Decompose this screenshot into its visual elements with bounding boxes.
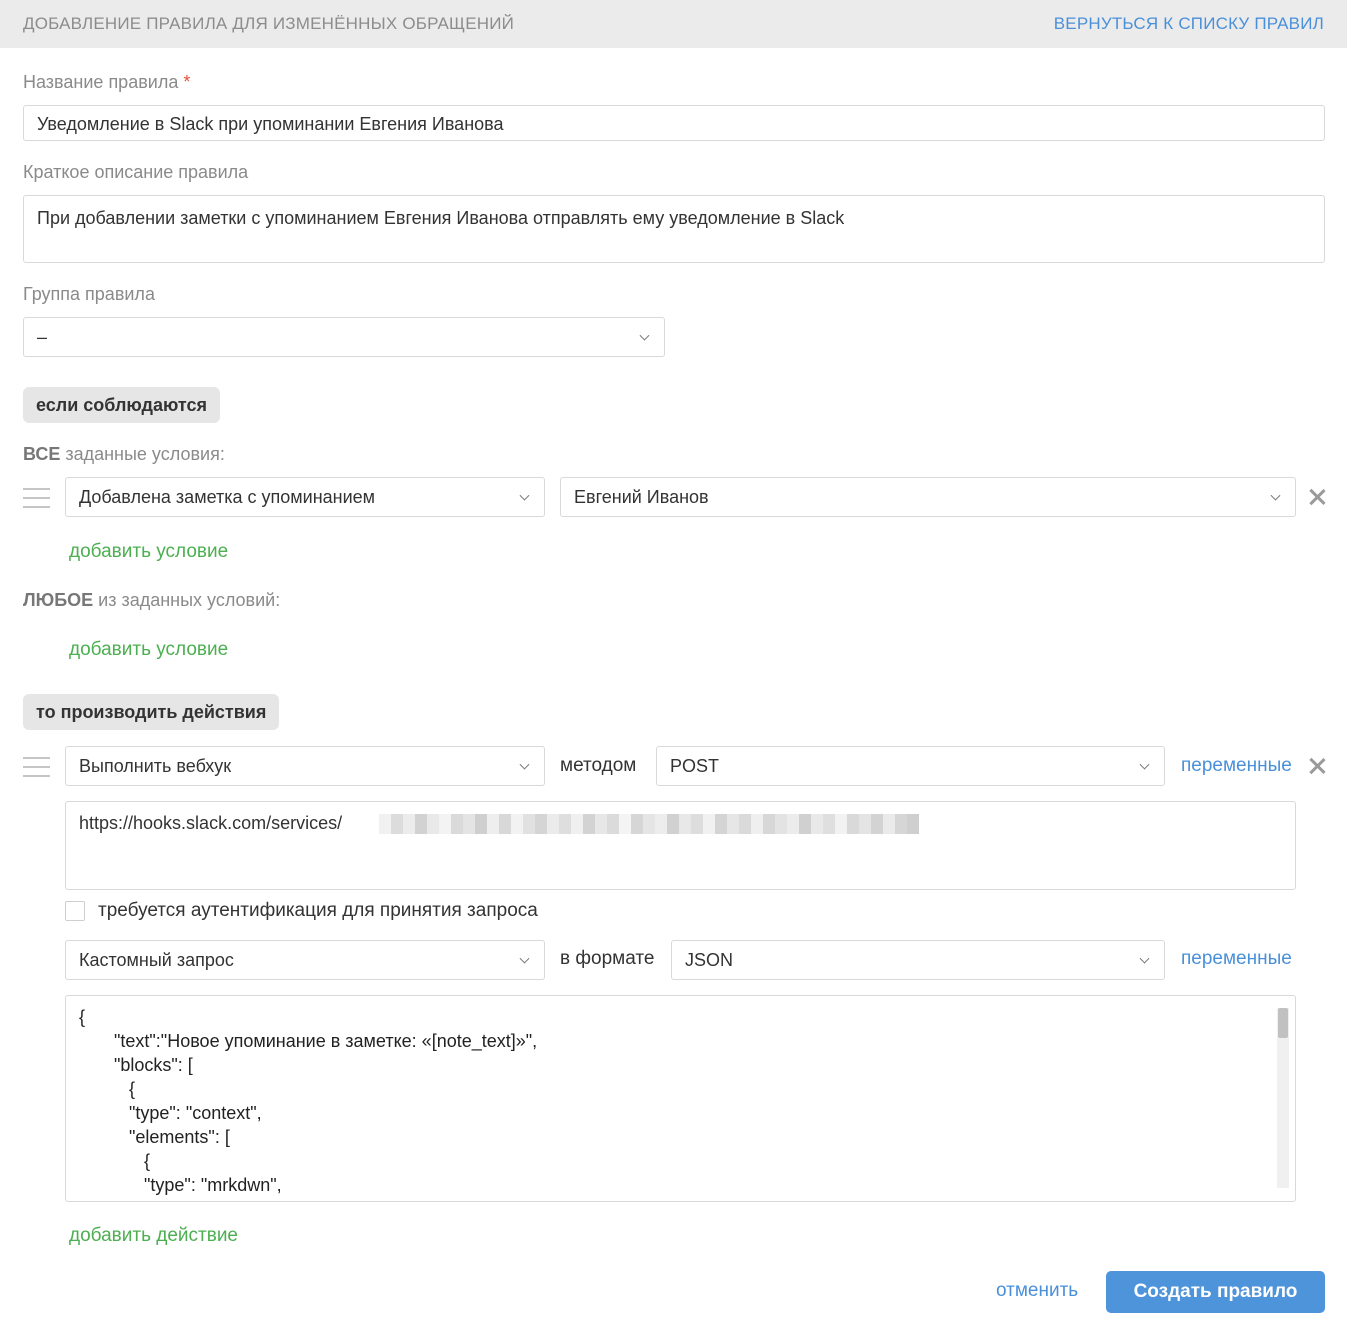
- rule-group-label: Группа правила: [23, 284, 155, 304]
- chevron-down-icon: [519, 490, 530, 501]
- drag-handle-icon[interactable]: [23, 755, 50, 779]
- webhook-url-input[interactable]: https://hooks.slack.com/services/: [65, 801, 1296, 890]
- request-body-textarea[interactable]: { "text":"Новое упоминание в заметке: «[…: [65, 995, 1296, 1202]
- rule-description-label: Краткое описание правила: [23, 162, 249, 182]
- all-conditions-title: ВСЕ заданные условия:: [23, 444, 225, 464]
- drag-handle-icon[interactable]: [23, 486, 50, 510]
- cancel-button[interactable]: отменить: [996, 1280, 1078, 1302]
- page-header: ДОБАВЛЕНИЕ ПРАВИЛА ДЛЯ ИЗМЕНЁННЫХ ОБРАЩЕ…: [0, 0, 1347, 48]
- required-mark: *: [183, 72, 191, 92]
- remove-action-close-icon[interactable]: [1308, 757, 1326, 775]
- actions-section-label: то производить действия: [23, 694, 280, 730]
- any-conditions-title: ЛЮБОЕ из заданных условий:: [23, 590, 281, 610]
- add-all-condition-link[interactable]: добавить условие: [69, 541, 228, 563]
- auth-required-label: требуется аутентификация для принятия за…: [98, 900, 538, 921]
- variables-link[interactable]: переменные: [1181, 755, 1292, 777]
- chevron-down-icon: [639, 330, 650, 341]
- back-to-rules-link[interactable]: ВЕРНУТЬСЯ К СПИСКУ ПРАВИЛ: [1054, 14, 1324, 34]
- rule-name-label: Название правила *: [23, 72, 191, 92]
- rule-description-textarea[interactable]: При добавлении заметки с упоминанием Евг…: [23, 195, 1325, 263]
- page-title: ДОБАВЛЕНИЕ ПРАВИЛА ДЛЯ ИЗМЕНЁННЫХ ОБРАЩЕ…: [23, 14, 515, 33]
- redacted-url-token: [379, 814, 919, 834]
- format-label: в формате: [560, 948, 655, 969]
- add-action-link[interactable]: добавить действие: [69, 1225, 238, 1247]
- body-scrollbar[interactable]: [1277, 1008, 1289, 1188]
- condition-value-select[interactable]: Евгений Иванов: [560, 477, 1296, 517]
- auth-required-checkbox[interactable]: [65, 901, 85, 921]
- format-select[interactable]: JSON: [671, 940, 1165, 980]
- method-label: методом: [560, 755, 637, 776]
- chevron-down-icon: [1139, 759, 1150, 770]
- rule-name-input[interactable]: Уведомление в Slack при упоминании Евген…: [23, 105, 1325, 141]
- method-select[interactable]: POST: [656, 746, 1165, 786]
- variables-link-2[interactable]: переменные: [1181, 948, 1292, 970]
- condition-type-select[interactable]: Добавлена заметка с упоминанием: [65, 477, 545, 517]
- chevron-down-icon: [1139, 953, 1150, 964]
- rule-group-select[interactable]: –: [23, 317, 665, 357]
- chevron-down-icon: [519, 953, 530, 964]
- conditions-section-label: если соблюдаются: [23, 387, 220, 423]
- action-type-select[interactable]: Выполнить вебхук: [65, 746, 545, 786]
- scrollbar-thumb[interactable]: [1278, 1008, 1288, 1038]
- chevron-down-icon: [519, 759, 530, 770]
- create-rule-button[interactable]: Создать правило: [1106, 1271, 1325, 1313]
- add-any-condition-link[interactable]: добавить условие: [69, 639, 228, 661]
- chevron-down-icon: [1270, 490, 1281, 501]
- request-type-select[interactable]: Кастомный запрос: [65, 940, 545, 980]
- remove-condition-close-icon[interactable]: [1308, 488, 1326, 506]
